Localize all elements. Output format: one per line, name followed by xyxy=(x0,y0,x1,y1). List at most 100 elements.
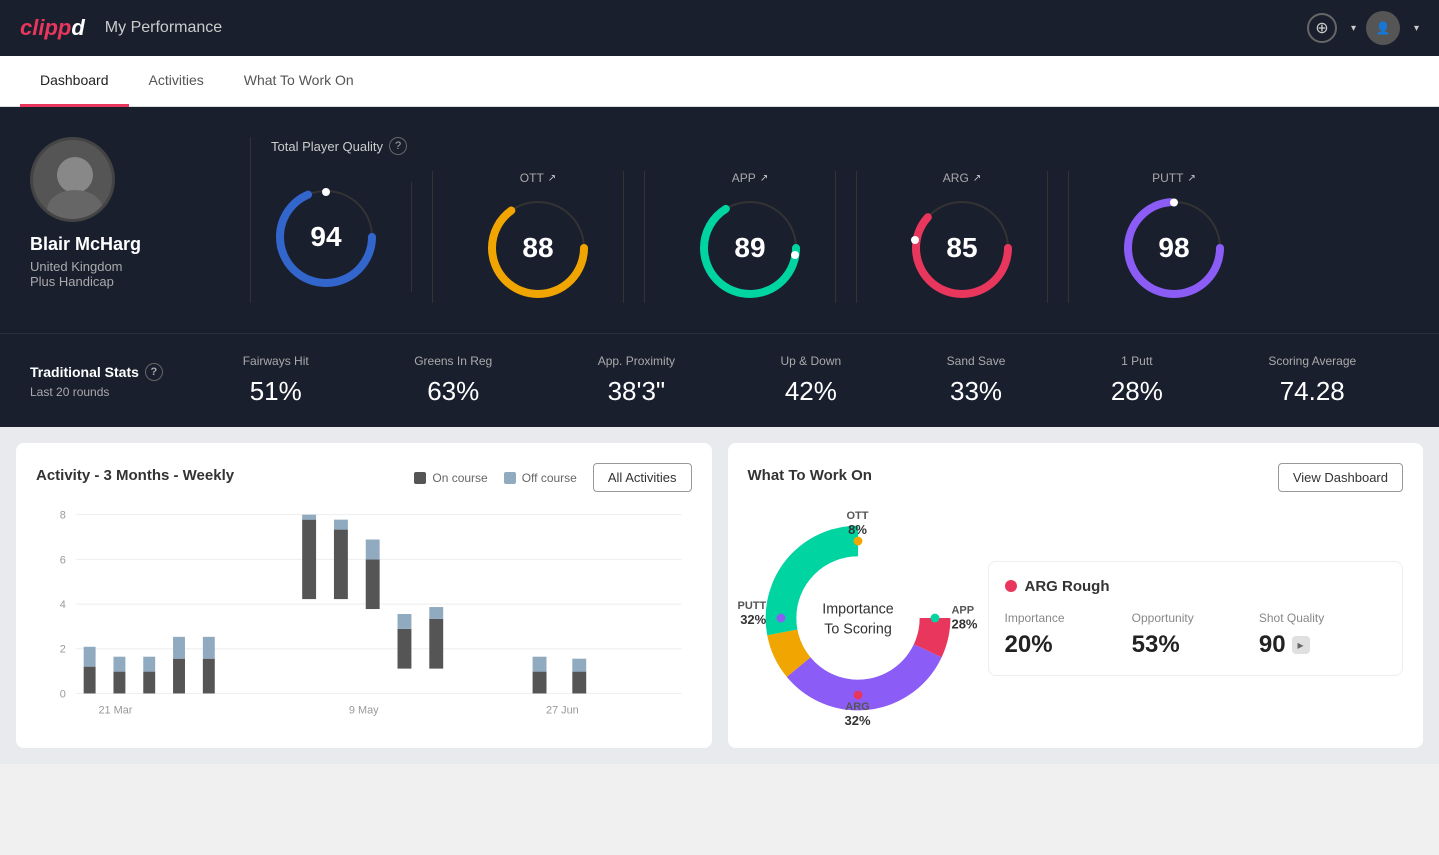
logo: clippd xyxy=(20,15,85,41)
metric-importance: Importance 20% xyxy=(1005,611,1132,659)
arrow-arg: ↗ xyxy=(973,173,981,184)
tab-dashboard[interactable]: Dashboard xyxy=(20,56,129,107)
player-avatar xyxy=(30,137,115,222)
player-info: Blair McHarg United Kingdom Plus Handica… xyxy=(30,137,230,289)
score-arg: ARG ↗ 85 xyxy=(877,171,1048,303)
ott-value: 88 xyxy=(522,232,553,264)
traditional-stats: Traditional Stats ? Last 20 rounds Fairw… xyxy=(0,333,1439,427)
label-arg: ARG 32% xyxy=(844,701,870,728)
circle-putt: 98 xyxy=(1119,193,1229,303)
score-label-arg: ARG ↗ xyxy=(943,171,981,185)
hero-section: Blair McHarg United Kingdom Plus Handica… xyxy=(0,107,1439,333)
work-on-title: What To Work On xyxy=(748,467,872,484)
metric-shotquality: Shot Quality 90 ▸ xyxy=(1259,611,1386,659)
player-country: United Kingdom xyxy=(30,259,123,274)
activity-title: Activity - 3 Months - Weekly xyxy=(36,467,234,484)
oncourse-dot xyxy=(414,472,426,484)
tab-activities[interactable]: Activities xyxy=(129,56,224,107)
card-metrics: Importance 20% Opportunity 53% Shot Qual… xyxy=(1005,611,1387,659)
label-app: APP 28% xyxy=(951,605,977,632)
donut-svg: Importance To Scoring xyxy=(748,508,968,728)
putt-value: 98 xyxy=(1158,232,1189,264)
player-name: Blair McHarg xyxy=(30,234,141,255)
activity-chart-svg: 8 6 4 2 0 xyxy=(36,504,692,724)
work-on-content: Importance To Scoring OTT 8% APP 28% xyxy=(748,508,1404,728)
score-label-putt: PUTT ↗ xyxy=(1152,171,1196,185)
avatar-dropdown-arrow: ▾ xyxy=(1414,23,1419,34)
nav-title: My Performance xyxy=(105,19,222,37)
nav-right: ⊕ ▾ 👤 ▾ xyxy=(1307,11,1419,45)
shot-quality-badge: ▸ xyxy=(1292,636,1310,654)
top-nav: clippd My Performance ⊕ ▾ 👤 ▾ xyxy=(0,0,1439,56)
work-on-panel: What To Work On View Dashboard xyxy=(728,443,1424,748)
chart-legend: On course Off course All Activities xyxy=(414,463,691,492)
player-handicap: Plus Handicap xyxy=(30,274,114,289)
tab-what-to-work-on[interactable]: What To Work On xyxy=(224,56,374,107)
score-circles: 94 OTT ↗ 88 xyxy=(271,171,1409,303)
stat-section-sub: Last 20 rounds xyxy=(30,385,190,399)
offcourse-dot xyxy=(504,472,516,484)
arrow-ott: ↗ xyxy=(548,173,556,184)
avatar[interactable]: 👤 xyxy=(1366,11,1400,45)
svg-text:6: 6 xyxy=(60,554,66,566)
stat-updown: Up & Down 42% xyxy=(781,354,842,407)
stat-section-label: Traditional Stats ? Last 20 rounds xyxy=(30,363,190,399)
stat-sandsave: Sand Save 33% xyxy=(947,354,1006,407)
scores-section: Total Player Quality ? 94 xyxy=(271,137,1409,303)
divider-putt xyxy=(1068,171,1069,303)
card-title: ARG Rough xyxy=(1005,578,1387,595)
score-label-ott: OTT ↗ xyxy=(520,171,556,185)
stat-scoring: Scoring Average 74.28 xyxy=(1268,354,1356,407)
card-detail: ARG Rough Importance 20% Opportunity 53%… xyxy=(988,561,1404,676)
add-button[interactable]: ⊕ xyxy=(1307,13,1337,43)
arrow-app: ↗ xyxy=(760,173,768,184)
stat-greens: Greens In Reg 63% xyxy=(414,354,492,407)
circle-total: 94 xyxy=(271,182,381,292)
svg-text:27 Jun: 27 Jun xyxy=(546,704,579,716)
hero-inner: Blair McHarg United Kingdom Plus Handica… xyxy=(30,137,1409,303)
circle-arg: 85 xyxy=(907,193,1017,303)
svg-text:4: 4 xyxy=(60,599,66,611)
view-dashboard-button[interactable]: View Dashboard xyxy=(1278,463,1403,492)
bottom-panels: Activity - 3 Months - Weekly On course O… xyxy=(0,427,1439,764)
svg-text:0: 0 xyxy=(60,688,66,700)
work-on-header: What To Work On View Dashboard xyxy=(748,463,1404,492)
vertical-divider xyxy=(250,137,251,303)
total-value: 94 xyxy=(310,221,341,253)
donut-container: Importance To Scoring OTT 8% APP 28% xyxy=(748,508,968,728)
score-total: 94 xyxy=(271,182,412,292)
legend-oncourse: On course xyxy=(414,471,487,485)
arrow-putt: ↗ xyxy=(1187,173,1195,184)
svg-text:To Scoring: To Scoring xyxy=(824,621,892,637)
svg-text:9 May: 9 May xyxy=(349,704,379,716)
svg-text:Importance: Importance xyxy=(822,602,894,618)
add-dropdown-arrow: ▾ xyxy=(1351,23,1356,34)
score-label-app: APP ↗ xyxy=(732,171,768,185)
metric-opportunity: Opportunity 53% xyxy=(1132,611,1259,659)
divider-app xyxy=(644,171,645,303)
detail-area: ARG Rough Importance 20% Opportunity 53%… xyxy=(988,561,1404,676)
app-value: 89 xyxy=(734,232,765,264)
all-activities-button[interactable]: All Activities xyxy=(593,463,692,492)
stats-help-icon[interactable]: ? xyxy=(145,363,163,381)
circle-app: 89 xyxy=(695,193,805,303)
label-putt: PUTT 32% xyxy=(738,600,767,627)
circle-ott: 88 xyxy=(483,193,593,303)
label-ott: OTT 8% xyxy=(847,510,869,537)
total-quality-label: Total Player Quality ? xyxy=(271,137,1409,155)
stat-oneputt: 1 Putt 28% xyxy=(1111,354,1163,407)
score-putt: PUTT ↗ 98 xyxy=(1089,171,1259,303)
score-ott: OTT ↗ 88 xyxy=(453,171,624,303)
svg-text:8: 8 xyxy=(60,510,66,522)
divider-arg xyxy=(856,171,857,303)
svg-text:2: 2 xyxy=(60,644,66,656)
svg-text:21 Mar: 21 Mar xyxy=(98,704,132,716)
stat-section-title: Traditional Stats ? xyxy=(30,363,190,381)
card-dot xyxy=(1005,580,1017,592)
help-icon[interactable]: ? xyxy=(389,137,407,155)
stat-items: Fairways Hit 51% Greens In Reg 63% App. … xyxy=(190,354,1409,407)
chart-area: 8 6 4 2 0 xyxy=(36,504,692,724)
stat-fairways: Fairways Hit 51% xyxy=(243,354,309,407)
tabs-bar: Dashboard Activities What To Work On xyxy=(0,56,1439,107)
stat-proximity: App. Proximity 38'3" xyxy=(598,354,675,407)
